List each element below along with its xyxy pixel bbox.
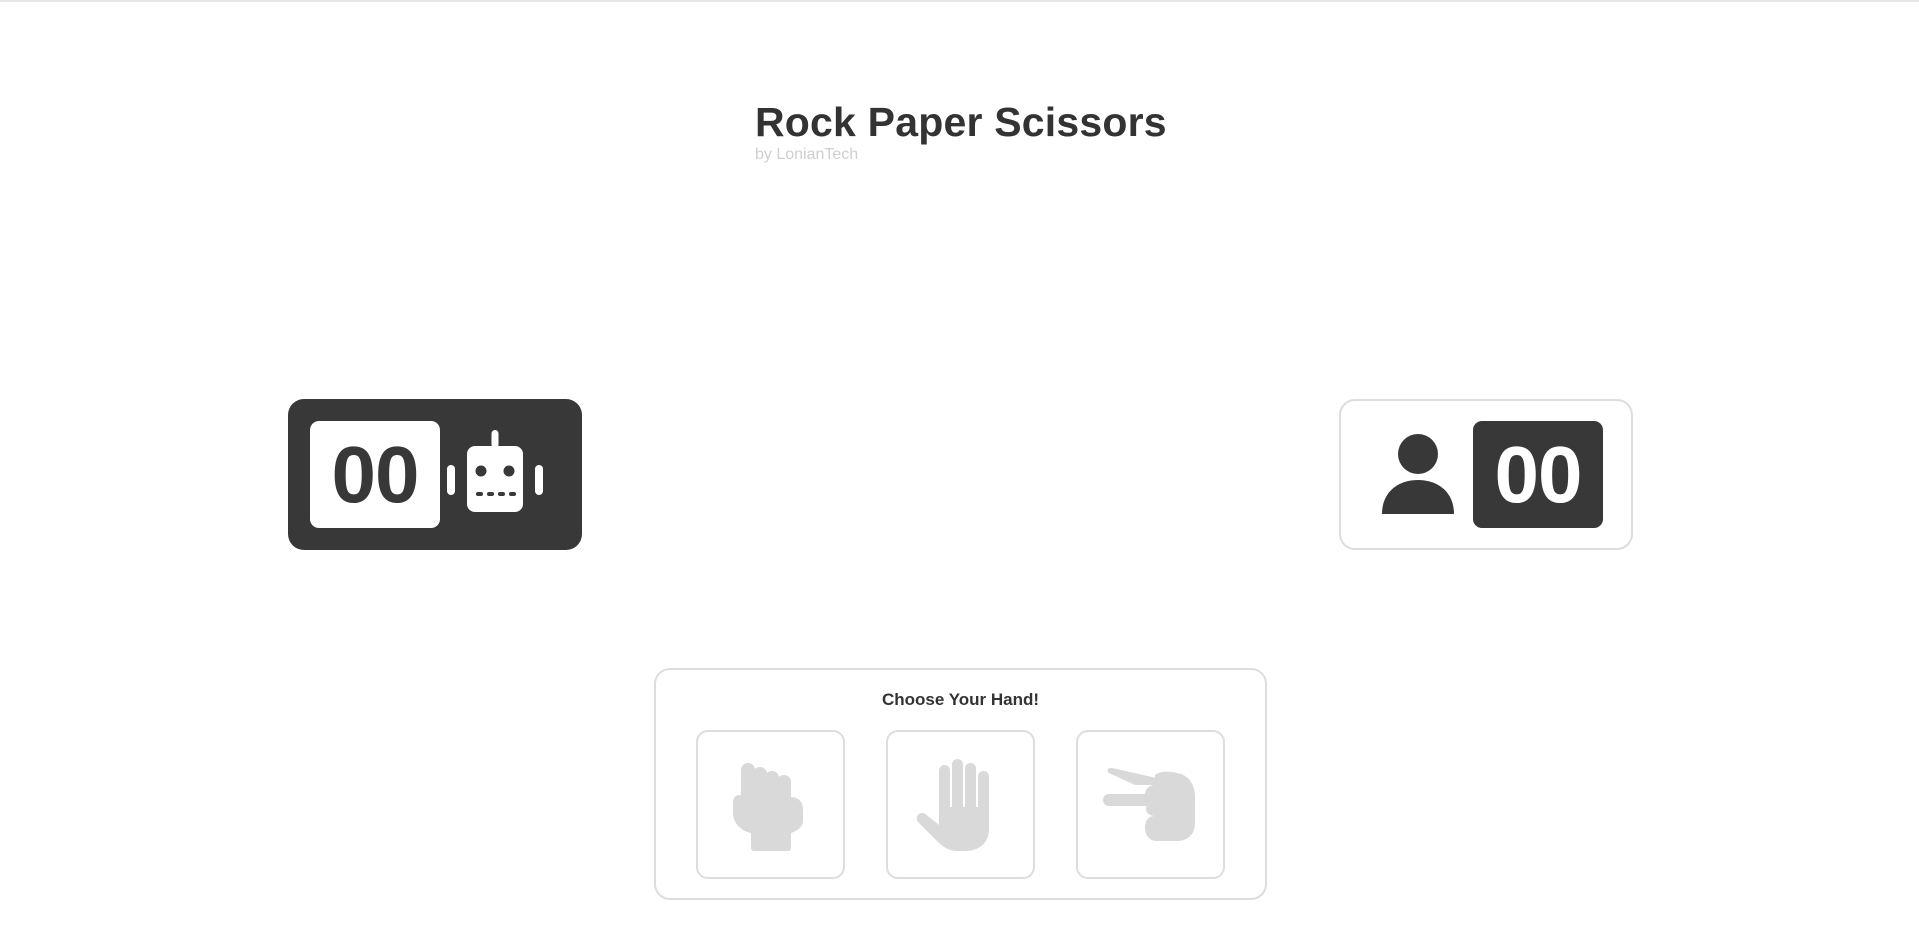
page-header: Rock Paper Scissors by LonianTech xyxy=(755,98,1167,164)
page-title: Rock Paper Scissors xyxy=(755,99,1167,145)
choose-hand-label: Choose Your Hand! xyxy=(881,690,1040,709)
computer-score: 00 xyxy=(310,421,440,528)
robot-icon xyxy=(440,420,550,530)
choose-hand-panel: Choose Your Hand! xyxy=(654,668,1267,900)
user-icon xyxy=(1363,420,1473,530)
scissors-button[interactable] xyxy=(1076,730,1225,879)
top-divider xyxy=(0,0,1919,2)
computer-score-card: 00 xyxy=(288,399,582,550)
paper-button[interactable] xyxy=(886,730,1035,879)
rock-button[interactable] xyxy=(696,730,845,879)
player-score-card: 00 xyxy=(1339,399,1633,550)
hand-scissors-icon xyxy=(1102,767,1195,841)
page-subtitle: by LonianTech xyxy=(755,146,859,163)
hand-rock-icon xyxy=(732,762,803,851)
player-score: 00 xyxy=(1473,421,1603,528)
hand-paper-icon xyxy=(916,758,989,851)
